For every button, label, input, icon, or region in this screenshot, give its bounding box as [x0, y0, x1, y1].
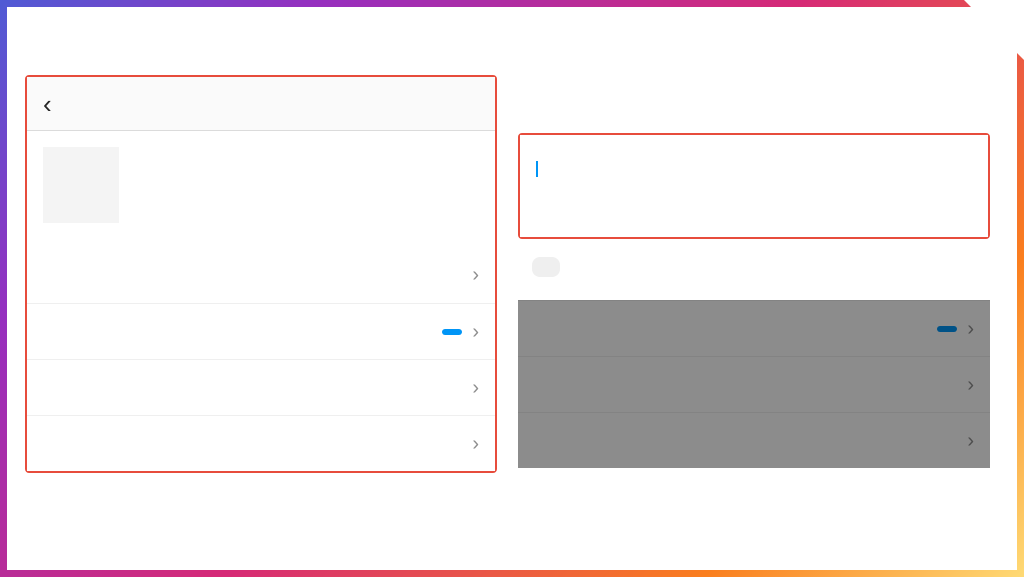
row-music-dim[interactable]: › [518, 412, 990, 468]
row-tag-people[interactable]: › [27, 247, 495, 303]
row-audience[interactable]: › [27, 303, 495, 359]
left-header: ‹ [27, 77, 495, 131]
text-cursor-icon [536, 161, 538, 177]
chevron-right-icon: › [472, 378, 479, 398]
post-thumbnail[interactable] [43, 147, 119, 223]
caption-input[interactable] [520, 135, 988, 237]
row-audience-dim[interactable]: › [518, 300, 990, 356]
chip-row [518, 239, 990, 300]
chevron-right-icon: › [967, 319, 974, 339]
caption-row[interactable] [27, 131, 495, 239]
chevron-right-icon: › [472, 322, 479, 342]
chevron-right-icon: › [472, 265, 479, 285]
new-badge [442, 329, 462, 335]
chevron-right-icon: › [967, 375, 974, 395]
row-location[interactable]: › [27, 359, 495, 415]
right-header [518, 75, 990, 129]
right-highlight-box [518, 133, 990, 239]
left-highlight-box: ‹ › › › › [25, 75, 497, 473]
row-location-dim[interactable]: › [518, 356, 990, 412]
back-icon[interactable]: ‹ [43, 91, 52, 117]
new-badge-dim [937, 326, 957, 332]
row-music[interactable]: › [27, 415, 495, 471]
chevron-right-icon: › [967, 431, 974, 451]
chevron-right-icon: › [472, 434, 479, 454]
dimmed-section: › › › [518, 300, 990, 468]
survey-chip[interactable] [532, 257, 560, 277]
